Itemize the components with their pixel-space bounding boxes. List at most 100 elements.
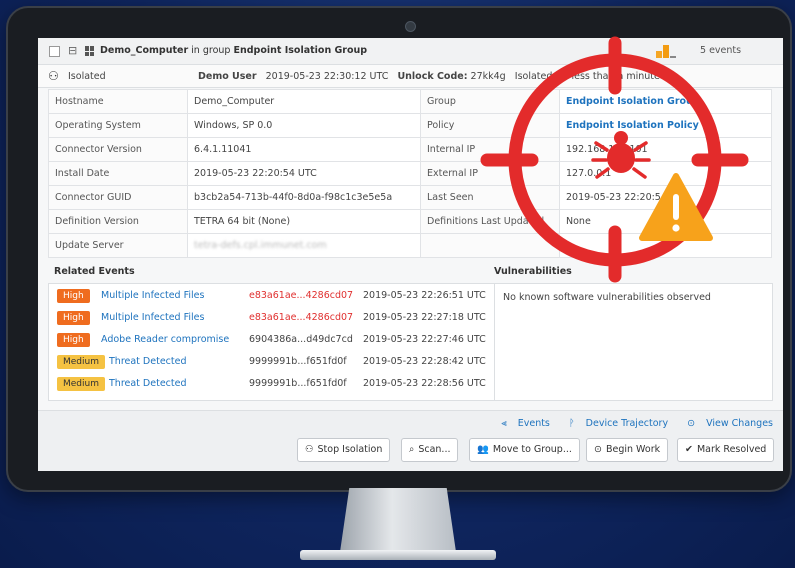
collapse-icon[interactable]: ⊟ xyxy=(68,44,77,57)
webcam xyxy=(405,21,416,32)
related-events-title: Related Events xyxy=(54,266,135,277)
event-time: 2019-05-23 22:26:51 UTC xyxy=(363,290,486,301)
os-label: Operating System xyxy=(48,113,188,138)
unlock-code-label: Unlock Code: xyxy=(397,71,468,82)
empty-label xyxy=(420,233,560,258)
severity-badge: High xyxy=(57,289,90,303)
event-bars-icon xyxy=(648,44,678,58)
check-icon: ✔ xyxy=(685,444,693,455)
list-item[interactable]: High Multiple Infected Files e83a61ae...… xyxy=(57,287,507,305)
connector-guid-value: b3cb2a54-713b-44f0-8d0a-f98c1c3e5e5a xyxy=(187,185,421,210)
isolation-status-row: ⚇ Isolated Demo User 2019-05-23 22:30:12… xyxy=(38,65,783,88)
list-item[interactable]: High Multiple Infected Files e83a61ae...… xyxy=(57,309,507,327)
connector-version-label: Connector Version xyxy=(48,137,188,162)
last-seen-value: 2019-05-23 22:20:54 UTC xyxy=(559,185,772,210)
update-server-text: tetra-defs.cpl.immunet.com xyxy=(194,240,327,251)
severity-badge: Medium xyxy=(57,377,105,391)
table-row: Connector GUID b3cb2a54-713b-44f0-8d0a-f… xyxy=(48,185,772,210)
event-name-link[interactable]: Multiple Infected Files xyxy=(101,290,204,301)
select-checkbox[interactable] xyxy=(49,46,60,57)
hostname-label: Hostname xyxy=(48,89,188,114)
monitor-stand-neck xyxy=(340,488,456,552)
table-row: Operating System Windows, SP 0.0 Policy … xyxy=(48,113,772,138)
event-name-link[interactable]: Adobe Reader compromise xyxy=(101,334,229,345)
scan-label: Scan... xyxy=(418,444,451,455)
os-value: Windows, SP 0.0 xyxy=(187,113,421,138)
list-item[interactable]: Medium Threat Detected 9999991b...f651fd… xyxy=(57,353,507,371)
trajectory-icon: ᚹ xyxy=(568,418,575,429)
event-hash[interactable]: 6904386a...d49dc7cd xyxy=(249,334,353,345)
view-changes-label: View Changes xyxy=(706,418,773,429)
computer-title-bar: ⊟ Demo_Computer in group Endpoint Isolat… xyxy=(38,38,783,65)
mark-resolved-button[interactable]: ✔ Mark Resolved xyxy=(677,438,775,462)
scan-button[interactable]: ⌕ Scan... xyxy=(401,438,459,462)
external-ip-value: 127.0.0.1 xyxy=(559,161,772,186)
definition-version-label: Definition Version xyxy=(48,209,188,234)
external-ip-label: External IP xyxy=(420,161,560,186)
isolation-timestamp: 2019-05-23 22:30:12 UTC xyxy=(265,71,389,82)
stop-isolation-button[interactable]: ⚇ Stop Isolation xyxy=(297,438,391,462)
install-date-value: 2019-05-23 22:20:54 UTC xyxy=(187,161,421,186)
isolated-label: Isolated xyxy=(68,71,106,82)
trajectory-link-label: Device Trajectory xyxy=(585,418,669,429)
device-trajectory-link[interactable]: ᚹ Device Trajectory xyxy=(561,418,668,429)
events-count: 5 events xyxy=(700,45,742,56)
list-item[interactable]: Medium Threat Detected 9999991b...f651fd… xyxy=(57,375,507,393)
events-link[interactable]: ⫷ Events xyxy=(493,418,550,429)
related-events-list: High Multiple Infected Files e83a61ae...… xyxy=(48,283,508,401)
footer-links: ⫷ Events ᚹ Device Trajectory ⊙ View Chan… xyxy=(485,418,773,429)
table-row: Definition Version TETRA 64 bit (None) D… xyxy=(48,209,772,234)
empty-value xyxy=(559,233,772,258)
vulnerabilities-title: Vulnerabilities xyxy=(494,266,572,277)
definition-version-value: TETRA 64 bit (None) xyxy=(187,209,421,234)
monitor-bezel: ⊟ Demo_Computer in group Endpoint Isolat… xyxy=(6,6,792,492)
severity-badge: High xyxy=(57,333,90,347)
group-name[interactable]: Endpoint Isolation Group xyxy=(233,45,367,56)
table-row: Connector Version 6.4.1.11041 Internal I… xyxy=(48,137,772,162)
isolation-icon: ⚇ xyxy=(305,444,314,455)
isolation-user: Demo User xyxy=(198,71,257,82)
begin-work-button[interactable]: ⊙ Begin Work xyxy=(586,438,669,462)
in-group-text: in group xyxy=(191,45,231,56)
table-row: Install Date 2019-05-23 22:20:54 UTC Ext… xyxy=(48,161,772,186)
policy-link[interactable]: Endpoint Isolation Policy xyxy=(566,120,699,131)
update-server-value: tetra-defs.cpl.immunet.com xyxy=(187,233,421,258)
group-link[interactable]: Endpoint Isolation Group xyxy=(566,96,700,107)
event-time: 2019-05-23 22:27:46 UTC xyxy=(363,334,486,345)
event-time: 2019-05-23 22:27:18 UTC xyxy=(363,312,486,323)
vulnerabilities-panel: No known software vulnerabilities observ… xyxy=(494,283,773,401)
severity-badge: Medium xyxy=(57,355,105,369)
isolation-icon: ⚇ xyxy=(48,69,59,83)
event-name-link[interactable]: Threat Detected xyxy=(109,378,186,389)
event-hash[interactable]: 9999991b...f651fd0f xyxy=(249,356,347,367)
vulnerabilities-message: No known software vulnerabilities observ… xyxy=(503,292,711,303)
update-server-label: Update Server xyxy=(48,233,188,258)
hostname-value: Demo_Computer xyxy=(187,89,421,114)
view-changes-link[interactable]: ⊙ View Changes xyxy=(679,418,773,429)
unlock-code: 27kk4g xyxy=(470,71,506,82)
screen: ⊟ Demo_Computer in group Endpoint Isolat… xyxy=(38,38,783,471)
windows-icon xyxy=(85,46,95,56)
event-hash[interactable]: 9999991b...f651fd0f xyxy=(249,378,347,389)
event-hash[interactable]: e83a61ae...4286cd07 xyxy=(249,312,353,323)
event-name-link[interactable]: Threat Detected xyxy=(109,356,186,367)
begin-work-label: Begin Work xyxy=(605,444,661,455)
events-link-label: Events xyxy=(517,418,550,429)
list-item[interactable]: High Adobe Reader compromise 6904386a...… xyxy=(57,331,507,349)
connector-version-value: 6.4.1.11041 xyxy=(187,137,421,162)
internal-ip-label: Internal IP xyxy=(420,137,560,162)
computer-name[interactable]: Demo_Computer xyxy=(100,45,188,56)
group-value-cell: Endpoint Isolation Group xyxy=(559,89,772,114)
event-name-link[interactable]: Multiple Infected Files xyxy=(101,312,204,323)
event-time: 2019-05-23 22:28:42 UTC xyxy=(363,356,486,367)
connector-guid-label: Connector GUID xyxy=(48,185,188,210)
mark-resolved-label: Mark Resolved xyxy=(696,444,767,455)
table-row: Update Server tetra-defs.cpl.immunet.com xyxy=(48,233,772,258)
move-to-group-button[interactable]: 👥 Move to Group... xyxy=(469,438,580,462)
move-to-group-label: Move to Group... xyxy=(492,444,572,455)
last-seen-label: Last Seen xyxy=(420,185,560,210)
events-icon: ⫷ xyxy=(501,418,507,429)
isolated-duration: Isolated for less than a minute xyxy=(514,71,660,82)
play-icon: ⊙ xyxy=(594,444,602,455)
event-hash[interactable]: e83a61ae...4286cd07 xyxy=(249,290,353,301)
